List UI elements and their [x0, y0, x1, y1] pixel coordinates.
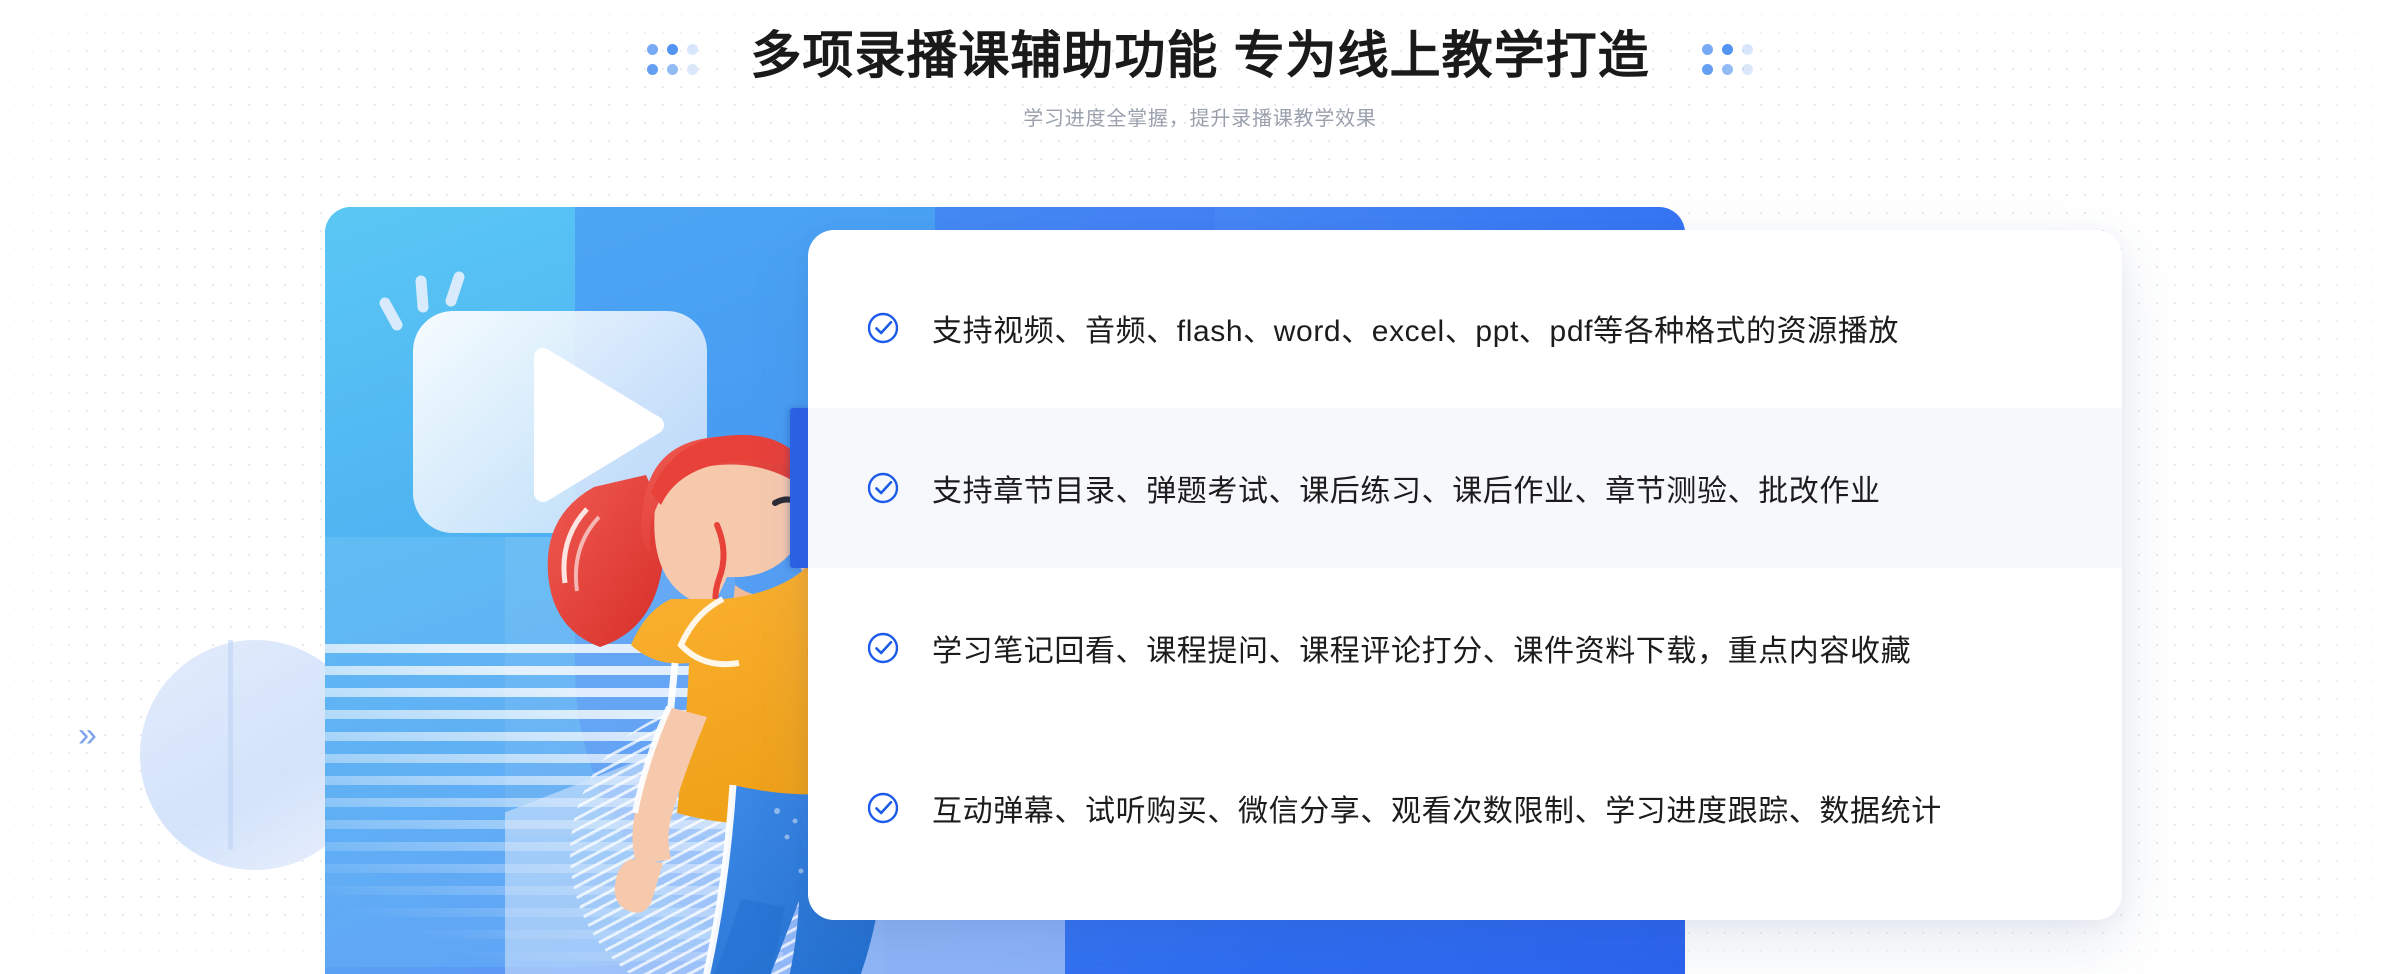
page-header: 多项录播课辅助功能 专为线上教学打造 学习进度全掌握，提升录播课教学效果 — [0, 0, 2400, 190]
feature-row[interactable]: 互动弹幕、试听购买、微信分享、观看次数限制、学习进度跟踪、数据统计 — [808, 728, 2122, 888]
page-subtitle: 学习进度全掌握，提升录播课教学效果 — [1023, 107, 1377, 130]
check-circle-icon — [867, 472, 899, 504]
feature-text: 支持章节目录、弹题考试、课后练习、课后作业、章节测验、批改作业 — [932, 475, 1881, 508]
feature-text: 互动弹幕、试听购买、微信分享、观看次数限制、学习进度跟踪、数据统计 — [932, 795, 1942, 828]
check-circle-icon — [867, 312, 899, 344]
feature-text: 支持视频、音频、flash、word、excel、ppt、pdf等各种格式的资源… — [932, 315, 1900, 348]
check-circle-icon — [867, 632, 899, 664]
page-stage: 多项录播课辅助功能 专为线上教学打造 学习进度全掌握，提升录播课教学效果 » « — [0, 0, 2400, 974]
page-title: 多项录播课辅助功能 专为线上教学打造 — [750, 27, 1650, 84]
check-circle-icon — [867, 792, 899, 824]
feature-row[interactable]: 学习笔记回看、课程提问、课程评论打分、课件资料下载，重点内容收藏 — [808, 568, 2122, 728]
feature-card: 支持视频、音频、flash、word、excel、ppt、pdf等各种格式的资源… — [808, 230, 2122, 920]
feature-row[interactable]: 支持视频、音频、flash、word、excel、ppt、pdf等各种格式的资源… — [808, 248, 2122, 408]
dot-grid-decoration-right — [1701, 44, 1753, 76]
chevron-right-icon: » — [78, 716, 97, 754]
feature-list: 支持视频、音频、flash、word、excel、ppt、pdf等各种格式的资源… — [808, 230, 2122, 920]
feature-text: 学习笔记回看、课程提问、课程评论打分、课件资料下载，重点内容收藏 — [932, 635, 1912, 668]
title-row: 多项录播课辅助功能 专为线上教学打造 — [647, 24, 1753, 88]
feature-row[interactable]: 支持章节目录、弹题考试、课后练习、课后作业、章节测验、批改作业 — [808, 408, 2122, 568]
dot-grid-decoration-left — [647, 44, 699, 76]
